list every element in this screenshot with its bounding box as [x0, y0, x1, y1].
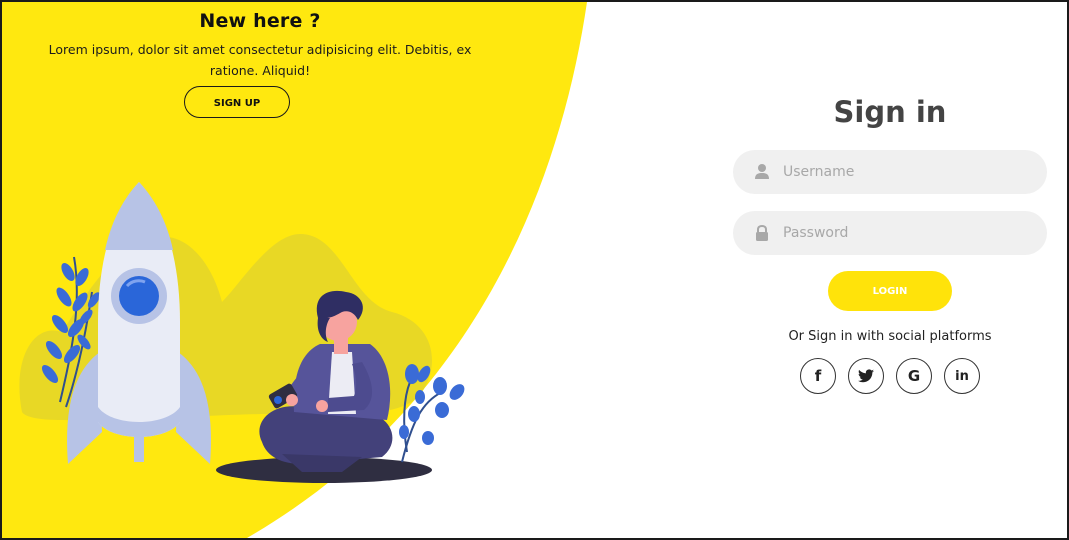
twitter-icon	[858, 369, 874, 383]
google-icon: G	[907, 367, 921, 385]
username-field[interactable]	[733, 150, 1047, 194]
right-plant	[399, 364, 465, 463]
facebook-button[interactable]: f	[800, 358, 836, 394]
sign-in-form: Sign in LOGIN Or Sign in with social pla…	[733, 92, 1047, 394]
facebook-icon: f	[814, 367, 822, 385]
left-panel: New here ? Lorem ipsum, dolor sit amet c…	[2, 8, 518, 81]
left-title: New here ?	[199, 10, 321, 32]
sign-in-title: Sign in	[833, 95, 947, 129]
password-input[interactable]	[783, 211, 1033, 255]
left-description: Lorem ipsum, dolor sit amet consectetur …	[48, 42, 472, 78]
login-button[interactable]: LOGIN	[828, 271, 952, 311]
social-text: Or Sign in with social platforms	[788, 329, 992, 344]
user-icon	[755, 164, 769, 179]
login-page: New here ? Lorem ipsum, dolor sit amet c…	[0, 0, 1069, 540]
username-input[interactable]	[783, 150, 1033, 194]
twitter-button[interactable]	[848, 358, 884, 394]
google-button[interactable]: G	[896, 358, 932, 394]
sign-up-button[interactable]: SIGN UP	[184, 86, 290, 118]
illustration	[19, 182, 465, 483]
lock-icon	[756, 224, 768, 241]
linkedin-icon: in	[955, 368, 969, 384]
social-buttons: f G in	[733, 358, 1047, 394]
password-field[interactable]	[733, 211, 1047, 255]
linkedin-button[interactable]: in	[944, 358, 980, 394]
